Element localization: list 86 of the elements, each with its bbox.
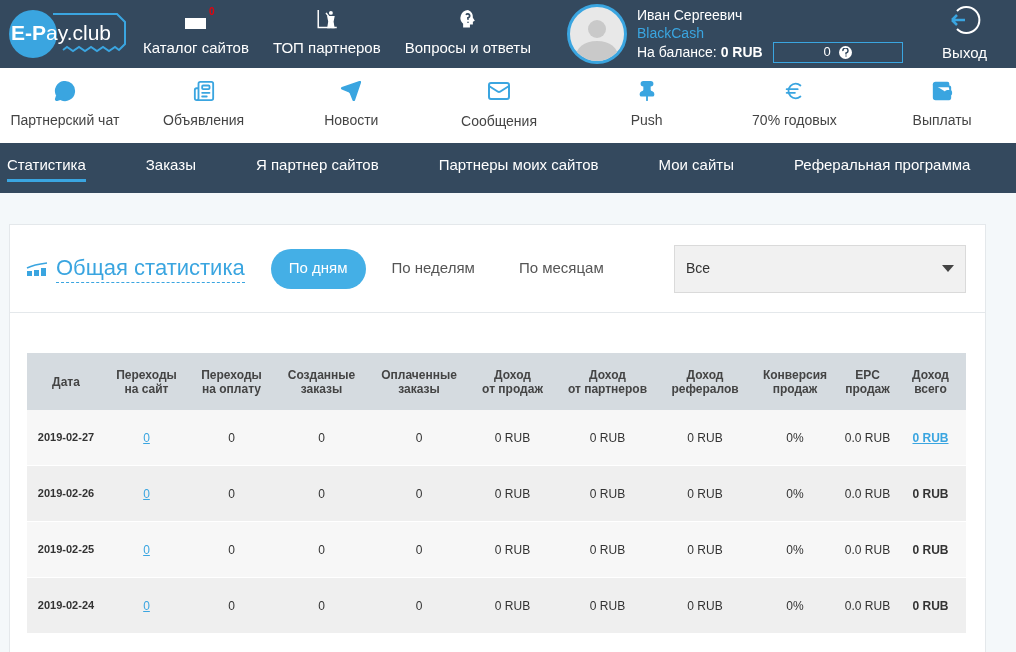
column-header: Переходы на оплату xyxy=(201,367,262,396)
column-header: Доход рефералов xyxy=(671,367,739,396)
table-cell-text: 0 xyxy=(318,541,325,559)
table-cell-text: 0 xyxy=(228,429,235,447)
table-cell-text: 0 xyxy=(415,597,423,615)
help-icon[interactable] xyxy=(838,45,852,59)
column-header: Доход всего xyxy=(912,367,949,396)
avatar xyxy=(567,4,627,64)
table-cell-text: 2019-02-25 xyxy=(37,542,95,558)
user-name: Иван Сергеевич xyxy=(637,5,744,24)
table-cell-text: 0.0 RUB xyxy=(844,597,891,615)
table-cell-text: 0.0 RUB xyxy=(844,541,891,559)
chat-bubble-icon xyxy=(53,80,76,102)
column-header: Дата xyxy=(52,374,80,389)
column-header: Конверсия продаж xyxy=(762,367,828,396)
balance-label: На балансе: xyxy=(637,43,717,61)
column-header: Доход от партнеров xyxy=(567,367,648,396)
wallet-icon xyxy=(931,80,954,102)
table-cell-text: 0 RUB xyxy=(494,485,531,503)
table-cell-text: 0 RUB xyxy=(494,597,531,615)
table-cell-text: 0 xyxy=(228,597,235,615)
table-cell-text: 0 RUB xyxy=(912,485,949,503)
table-cell-text: 0 xyxy=(318,597,325,615)
table-cell-text: 0 xyxy=(415,541,423,559)
table-cell-text: 0% xyxy=(786,485,804,503)
table-cell-text: 2019-02-26 xyxy=(37,486,95,502)
table-cell-text: 0 RUB xyxy=(912,541,949,559)
table-cell-text: 0 RUB xyxy=(687,541,723,559)
period-tab[interactable]: По неделям xyxy=(373,248,493,289)
column-header: Переходы на сайт xyxy=(116,367,177,396)
chart-bars-icon xyxy=(26,261,48,276)
logout-icon xyxy=(948,3,981,36)
table-cell-text: 0.0 RUB xyxy=(844,485,891,503)
table-cell-text: 2019-02-24 xyxy=(37,598,95,614)
table-cell-text: 0 RUB xyxy=(687,485,723,503)
section-tab[interactable]: Статистика xyxy=(7,154,86,182)
table-cell-text: 0% xyxy=(786,541,804,559)
tool-link[interactable]: Новости xyxy=(277,80,426,131)
table-cell-text: 0 RUB xyxy=(687,429,723,447)
table-cell-text: 2019-02-27 xyxy=(37,430,95,446)
tool-link[interactable]: Push xyxy=(572,80,721,131)
table-cell-text: 0 RUB xyxy=(589,597,626,615)
section-tab[interactable]: Мои сайты xyxy=(658,154,734,182)
header-nav-link[interactable]: ТОП партнеров xyxy=(260,9,393,59)
card-title: Общая статистика xyxy=(56,254,245,283)
dropdown-caret-icon xyxy=(942,265,954,272)
table-cell-text: 0 xyxy=(318,485,325,503)
column-header: Созданные заказы xyxy=(287,367,356,396)
filter-select[interactable]: Все xyxy=(674,244,966,293)
table-cell-text: 0 xyxy=(228,541,235,559)
table-cell-text: 0 RUB xyxy=(589,485,626,503)
balance-amount: 0 RUB xyxy=(720,43,763,61)
table-cell-text: 0 RUB xyxy=(687,597,723,615)
column-header: Оплаченные заказы xyxy=(381,367,457,396)
table-cell-text: 0 RUB xyxy=(494,429,531,447)
paper-plane-icon xyxy=(340,80,363,102)
table-cell-text: 0 RUB xyxy=(912,597,949,615)
section-tab[interactable]: Заказы xyxy=(145,154,196,182)
table-cell-text: 0 RUB xyxy=(589,429,626,447)
table-cell-text: 0.0 RUB xyxy=(844,429,891,447)
tool-link[interactable]: Партнерский чат xyxy=(0,80,130,131)
table-cell-text: 0 xyxy=(318,429,325,447)
section-tab[interactable]: Партнеры моих сайтов xyxy=(438,154,599,182)
person-at-wall-icon xyxy=(315,9,338,29)
table-cell-text: 0 RUB xyxy=(494,541,531,559)
table-cell-text: 0 xyxy=(228,485,235,503)
tool-link[interactable]: Объявления xyxy=(129,80,278,131)
table-cell-text: 0 xyxy=(415,485,423,503)
points-field: 0 xyxy=(772,41,903,63)
tool-link[interactable]: Выплаты xyxy=(868,80,1016,131)
header-nav-link[interactable]: Вопросы и ответы xyxy=(392,9,543,59)
column-header: EPC продаж xyxy=(845,367,890,396)
rectangle-icon xyxy=(185,17,207,29)
section-tab[interactable]: Я партнер сайтов xyxy=(255,154,379,182)
section-tab[interactable]: Реферальная программа xyxy=(793,154,971,182)
table-cell-text: 0 RUB xyxy=(589,541,626,559)
column-header: Доход от продаж xyxy=(482,367,543,396)
tool-link[interactable]: 70% годовых xyxy=(720,80,869,131)
period-tab[interactable]: По месяцам xyxy=(500,248,622,289)
table-cell-text: 0% xyxy=(786,429,804,447)
envelope-icon xyxy=(487,79,511,103)
table-cell-text: 0% xyxy=(786,597,804,615)
table-cell-text: 0 xyxy=(415,429,423,447)
logout-button[interactable]: Выход xyxy=(942,3,987,65)
tool-link[interactable]: Сообщения xyxy=(425,79,573,132)
question-head-icon xyxy=(458,9,477,29)
